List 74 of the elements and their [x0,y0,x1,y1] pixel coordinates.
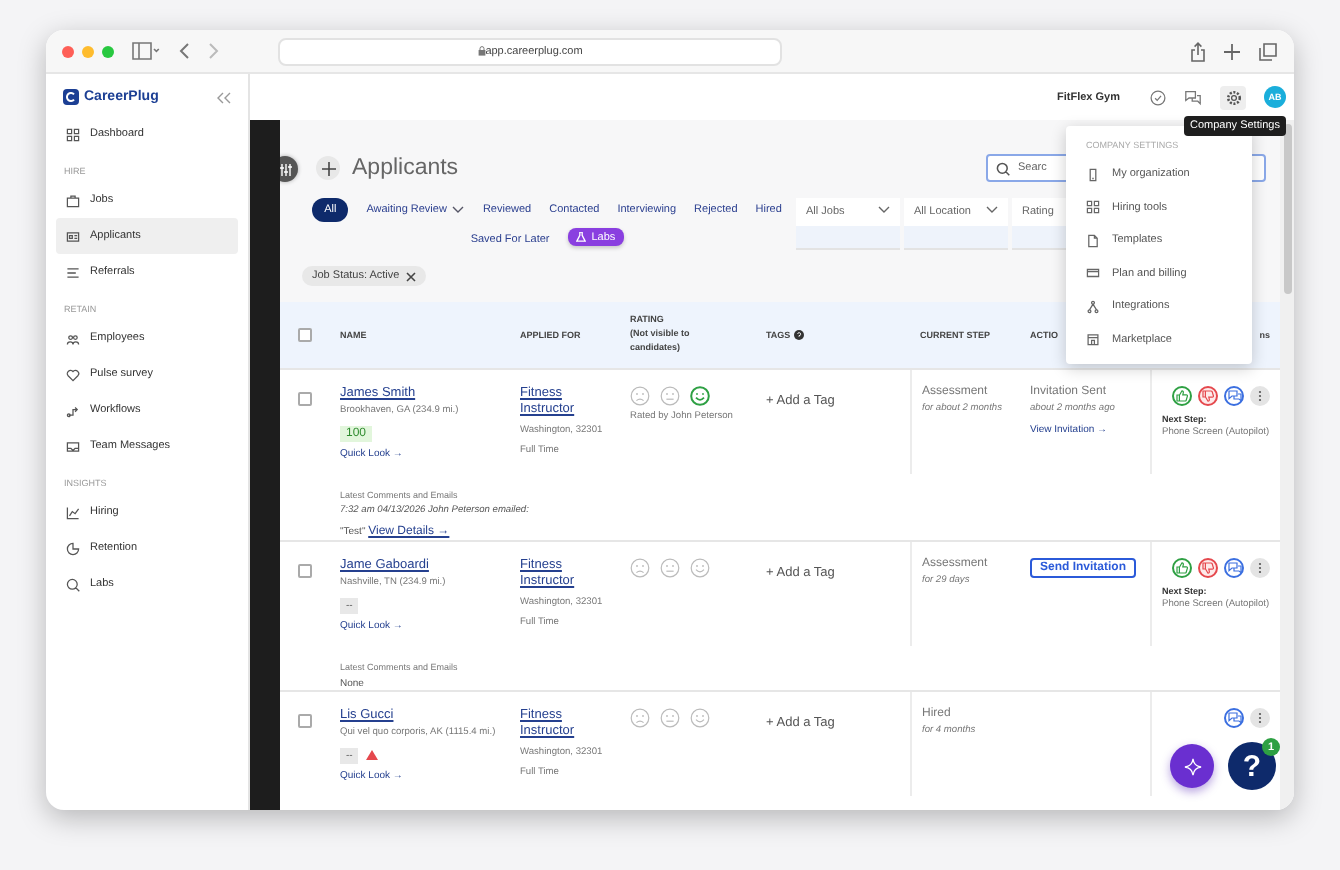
thumbs-up-icon [1176,390,1188,402]
plus-icon [321,161,335,175]
row-checkbox[interactable] [298,714,312,728]
chat-icon[interactable] [1184,89,1202,105]
collapse-icon[interactable] [216,91,232,103]
message-button[interactable] [1224,708,1244,728]
plus-icon[interactable] [1224,43,1240,59]
chat-icon [1227,390,1241,402]
message-button[interactable] [1224,558,1244,578]
select-all-checkbox[interactable] [298,328,312,342]
lock-icon [477,46,486,56]
close-window-icon[interactable] [62,45,74,57]
card-icon [1086,266,1100,281]
neutral-face-icon[interactable] [660,708,680,728]
row-checkbox[interactable] [298,564,312,578]
thumbs-down-button[interactable] [1198,558,1218,578]
settings-button[interactable] [1220,85,1246,109]
document-icon [1086,233,1100,248]
message-button[interactable] [1224,386,1244,406]
thumbs-down-icon [1202,390,1214,402]
neutral-face-icon[interactable] [660,558,680,578]
thumbs-down-button[interactable] [1198,386,1218,406]
grid-icon [66,127,80,141]
sparkle-icon [1183,757,1201,775]
tabs-icon[interactable] [1258,41,1278,61]
flow-icon [66,403,80,417]
sad-face-icon[interactable] [630,708,650,728]
add-button[interactable] [316,156,340,180]
sidebar-toggle-icon[interactable] [132,42,160,60]
grid-icon [1086,200,1100,215]
scrollbar[interactable] [1280,120,1294,810]
logo-icon [62,88,80,106]
chat-icon [1227,562,1241,574]
flask-icon [575,232,586,242]
chevron-down-icon [986,206,998,214]
pie-icon [66,541,80,555]
store-icon [1086,332,1100,347]
more-button[interactable] [1250,386,1270,406]
lines-icon [66,265,80,279]
more-button[interactable] [1250,558,1270,578]
chat-icon [1227,712,1241,724]
help-icon[interactable] [794,330,805,340]
id-card-icon [66,229,80,243]
page-title: Applicants [352,156,459,180]
sliders-icon [280,163,291,175]
smile-face-icon[interactable] [690,386,710,406]
back-icon[interactable] [178,42,190,60]
thumbs-up-button[interactable] [1172,386,1192,406]
people-icon [66,331,80,345]
smile-face-icon[interactable] [690,708,710,728]
chart-icon [66,505,80,519]
thumbs-down-icon [1202,562,1214,574]
thumbs-up-button[interactable] [1172,558,1192,578]
neutral-face-icon[interactable] [660,386,680,406]
row-checkbox[interactable] [298,392,312,406]
heart-icon [66,367,80,381]
chevron-down-icon [878,206,890,214]
smile-face-icon[interactable] [690,558,710,578]
sad-face-icon[interactable] [630,558,650,578]
share-icon[interactable] [1190,41,1206,61]
briefcase-icon [66,193,80,207]
sad-face-icon[interactable] [630,386,650,406]
check-circle-icon[interactable] [1150,89,1166,105]
inbox-icon [66,439,80,453]
forward-icon[interactable] [208,42,220,60]
maximize-window-icon[interactable] [102,45,114,57]
thumbs-up-icon [1176,562,1188,574]
phone-icon [1086,167,1100,182]
gear-icon [1225,89,1241,105]
magnifier-icon [66,577,80,591]
more-button[interactable] [1250,708,1270,728]
chevron-down-icon [452,206,465,214]
nodes-icon [1086,299,1100,314]
close-icon[interactable] [405,271,416,281]
